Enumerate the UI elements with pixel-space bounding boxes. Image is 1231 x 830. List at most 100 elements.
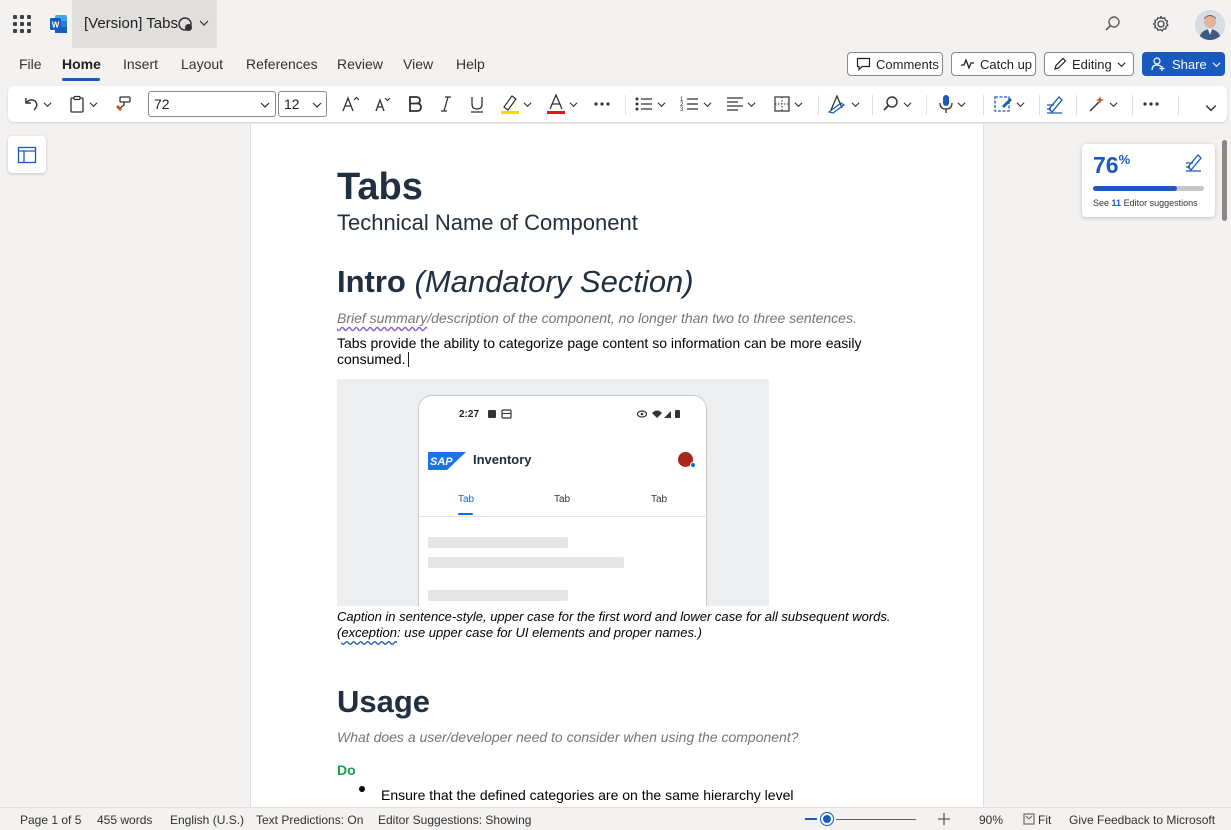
svg-text:3: 3 — [680, 107, 684, 113]
tab-references[interactable]: References — [246, 56, 318, 72]
highlight-button[interactable] — [500, 94, 532, 114]
more-options-button[interactable] — [1142, 94, 1160, 114]
caption-line-1: Caption in sentence-style, upper case fo… — [337, 609, 891, 624]
tab-help[interactable]: Help — [456, 56, 485, 72]
bullets-button[interactable] — [634, 94, 666, 114]
language-status[interactable]: English (U.S.) — [170, 813, 244, 827]
intro-paragraph: Tabs provide the ability to categorize p… — [337, 335, 897, 367]
format-painter-icon — [116, 96, 131, 111]
zoom-slider-track[interactable] — [836, 819, 916, 820]
ribbon-divider — [818, 95, 819, 115]
more-font-options-button[interactable] — [593, 94, 611, 114]
editor-pen-icon — [1047, 96, 1063, 114]
mockup-tab-indicator — [458, 513, 473, 515]
status-notification-icons — [488, 409, 512, 419]
editing-mode-button[interactable]: Editing — [1044, 52, 1134, 76]
document-title-heading: Tabs — [337, 166, 423, 208]
tab-layout[interactable]: Layout — [181, 56, 223, 72]
bold-button[interactable] — [408, 94, 422, 114]
font-name-select[interactable]: 72 — [148, 91, 276, 117]
editor-suggestions-link[interactable]: See 11 Editor suggestions — [1093, 198, 1198, 208]
bullet-marker — [359, 786, 365, 792]
editor-suggestions-status[interactable]: Editor Suggestions: Showing — [378, 813, 531, 827]
align-button[interactable] — [726, 94, 756, 114]
avatar[interactable] — [1195, 10, 1225, 40]
designer-button[interactable] — [993, 94, 1025, 114]
editor-button[interactable] — [1046, 94, 1066, 114]
sap-logo: SAP — [428, 452, 466, 470]
intro-heading: Intro (Mandatory Section) — [337, 264, 694, 300]
styles-button[interactable] — [828, 94, 860, 114]
sync-icon — [178, 17, 192, 31]
format-painter-button[interactable] — [114, 94, 132, 114]
numbering-button[interactable]: 123 — [680, 94, 712, 114]
skeleton-line — [428, 590, 568, 601]
zoom-slider-thumb[interactable] — [821, 813, 833, 825]
phone-mockup: 2:27 SAP Inventory Tab Tab Tab — [418, 395, 708, 606]
gear-icon[interactable] — [1152, 15, 1170, 33]
undo-button[interactable] — [22, 94, 52, 114]
tab-home[interactable]: Home — [62, 56, 101, 72]
copilot-rewrite-button[interactable] — [1088, 94, 1118, 114]
zoom-in-icon[interactable] — [938, 813, 950, 825]
tabs-example-image[interactable]: 2:27 SAP Inventory Tab Tab Tab — [337, 379, 769, 606]
font-color-button[interactable] — [546, 94, 578, 114]
zoom-out-button[interactable] — [805, 818, 817, 820]
mockup-tab-divider — [419, 516, 708, 517]
page-count[interactable]: Page 1 of 5 — [20, 813, 81, 827]
ribbon-expand-button[interactable] — [1205, 98, 1217, 118]
editor-score-card[interactable]: 76% See 11 Editor suggestions — [1082, 144, 1215, 217]
app-launcher-icon[interactable] — [13, 15, 31, 33]
magic-wand-icon — [1089, 96, 1104, 112]
grammar-flagged-text[interactable]: exception — [341, 625, 397, 640]
underline-button[interactable] — [470, 94, 484, 114]
document-subtitle: Technical Name of Component — [337, 210, 638, 235]
zoom-level[interactable]: 90% — [979, 813, 1003, 827]
ribbon-divider — [1076, 95, 1077, 115]
dictate-button[interactable] — [938, 94, 966, 114]
feedback-link[interactable]: Give Feedback to Microsoft — [1069, 813, 1215, 827]
comments-button[interactable]: Comments — [847, 52, 943, 76]
chevron-down-icon — [794, 101, 803, 107]
document-page[interactable]: Tabs Technical Name of Component Intro (… — [250, 124, 984, 807]
editing-label: Editing — [1072, 56, 1112, 72]
ribbon-divider — [1132, 95, 1133, 115]
grow-font-button[interactable] — [341, 94, 361, 114]
fit-button[interactable]: Fit — [1038, 813, 1051, 827]
menu-bar: File Home Insert Layout References Revie… — [0, 48, 1231, 82]
ribbon-divider — [983, 95, 984, 115]
chevron-down-icon — [523, 101, 532, 107]
align-left-icon — [727, 97, 743, 111]
document-title[interactable]: [Version] Tabs — [84, 15, 178, 32]
brief-summary-rest: /description of the component, no longer… — [427, 310, 857, 326]
tab-insert[interactable]: Insert — [123, 56, 158, 72]
italic-button[interactable] — [440, 94, 452, 114]
bold-icon — [409, 96, 422, 112]
chevron-down-icon[interactable] — [199, 18, 209, 28]
paste-button[interactable] — [68, 94, 98, 114]
mockup-tab-2: Tab — [554, 494, 571, 505]
tab-view[interactable]: View — [403, 56, 433, 72]
suggestions-prefix: See — [1093, 198, 1110, 208]
vertical-scrollbar-thumb[interactable] — [1222, 140, 1227, 221]
skeleton-line — [428, 557, 624, 568]
navigation-pane-button[interactable] — [8, 136, 46, 173]
ribbon-divider — [872, 95, 873, 115]
tab-review[interactable]: Review — [337, 56, 383, 72]
font-size-select[interactable]: 12 — [278, 91, 327, 117]
designer-icon — [994, 96, 1012, 112]
spelling-flagged-text[interactable]: Brief summary — [337, 310, 427, 326]
intro-paragraph-text: Tabs provide the ability to categorize p… — [337, 335, 862, 367]
tab-file[interactable]: File — [19, 56, 42, 72]
borders-button[interactable] — [773, 94, 803, 114]
search-icon[interactable] — [1104, 15, 1122, 33]
ribbon-divider — [1039, 95, 1040, 115]
styles-icon — [828, 94, 846, 114]
catch-up-button[interactable]: Catch up — [951, 52, 1036, 76]
text-predictions-status[interactable]: Text Predictions: On — [256, 813, 363, 827]
ribbon-divider — [1178, 95, 1179, 115]
share-button[interactable]: Share — [1142, 52, 1225, 76]
word-count[interactable]: 455 words — [97, 813, 152, 827]
find-button[interactable] — [882, 94, 912, 114]
shrink-font-button[interactable] — [374, 94, 392, 114]
